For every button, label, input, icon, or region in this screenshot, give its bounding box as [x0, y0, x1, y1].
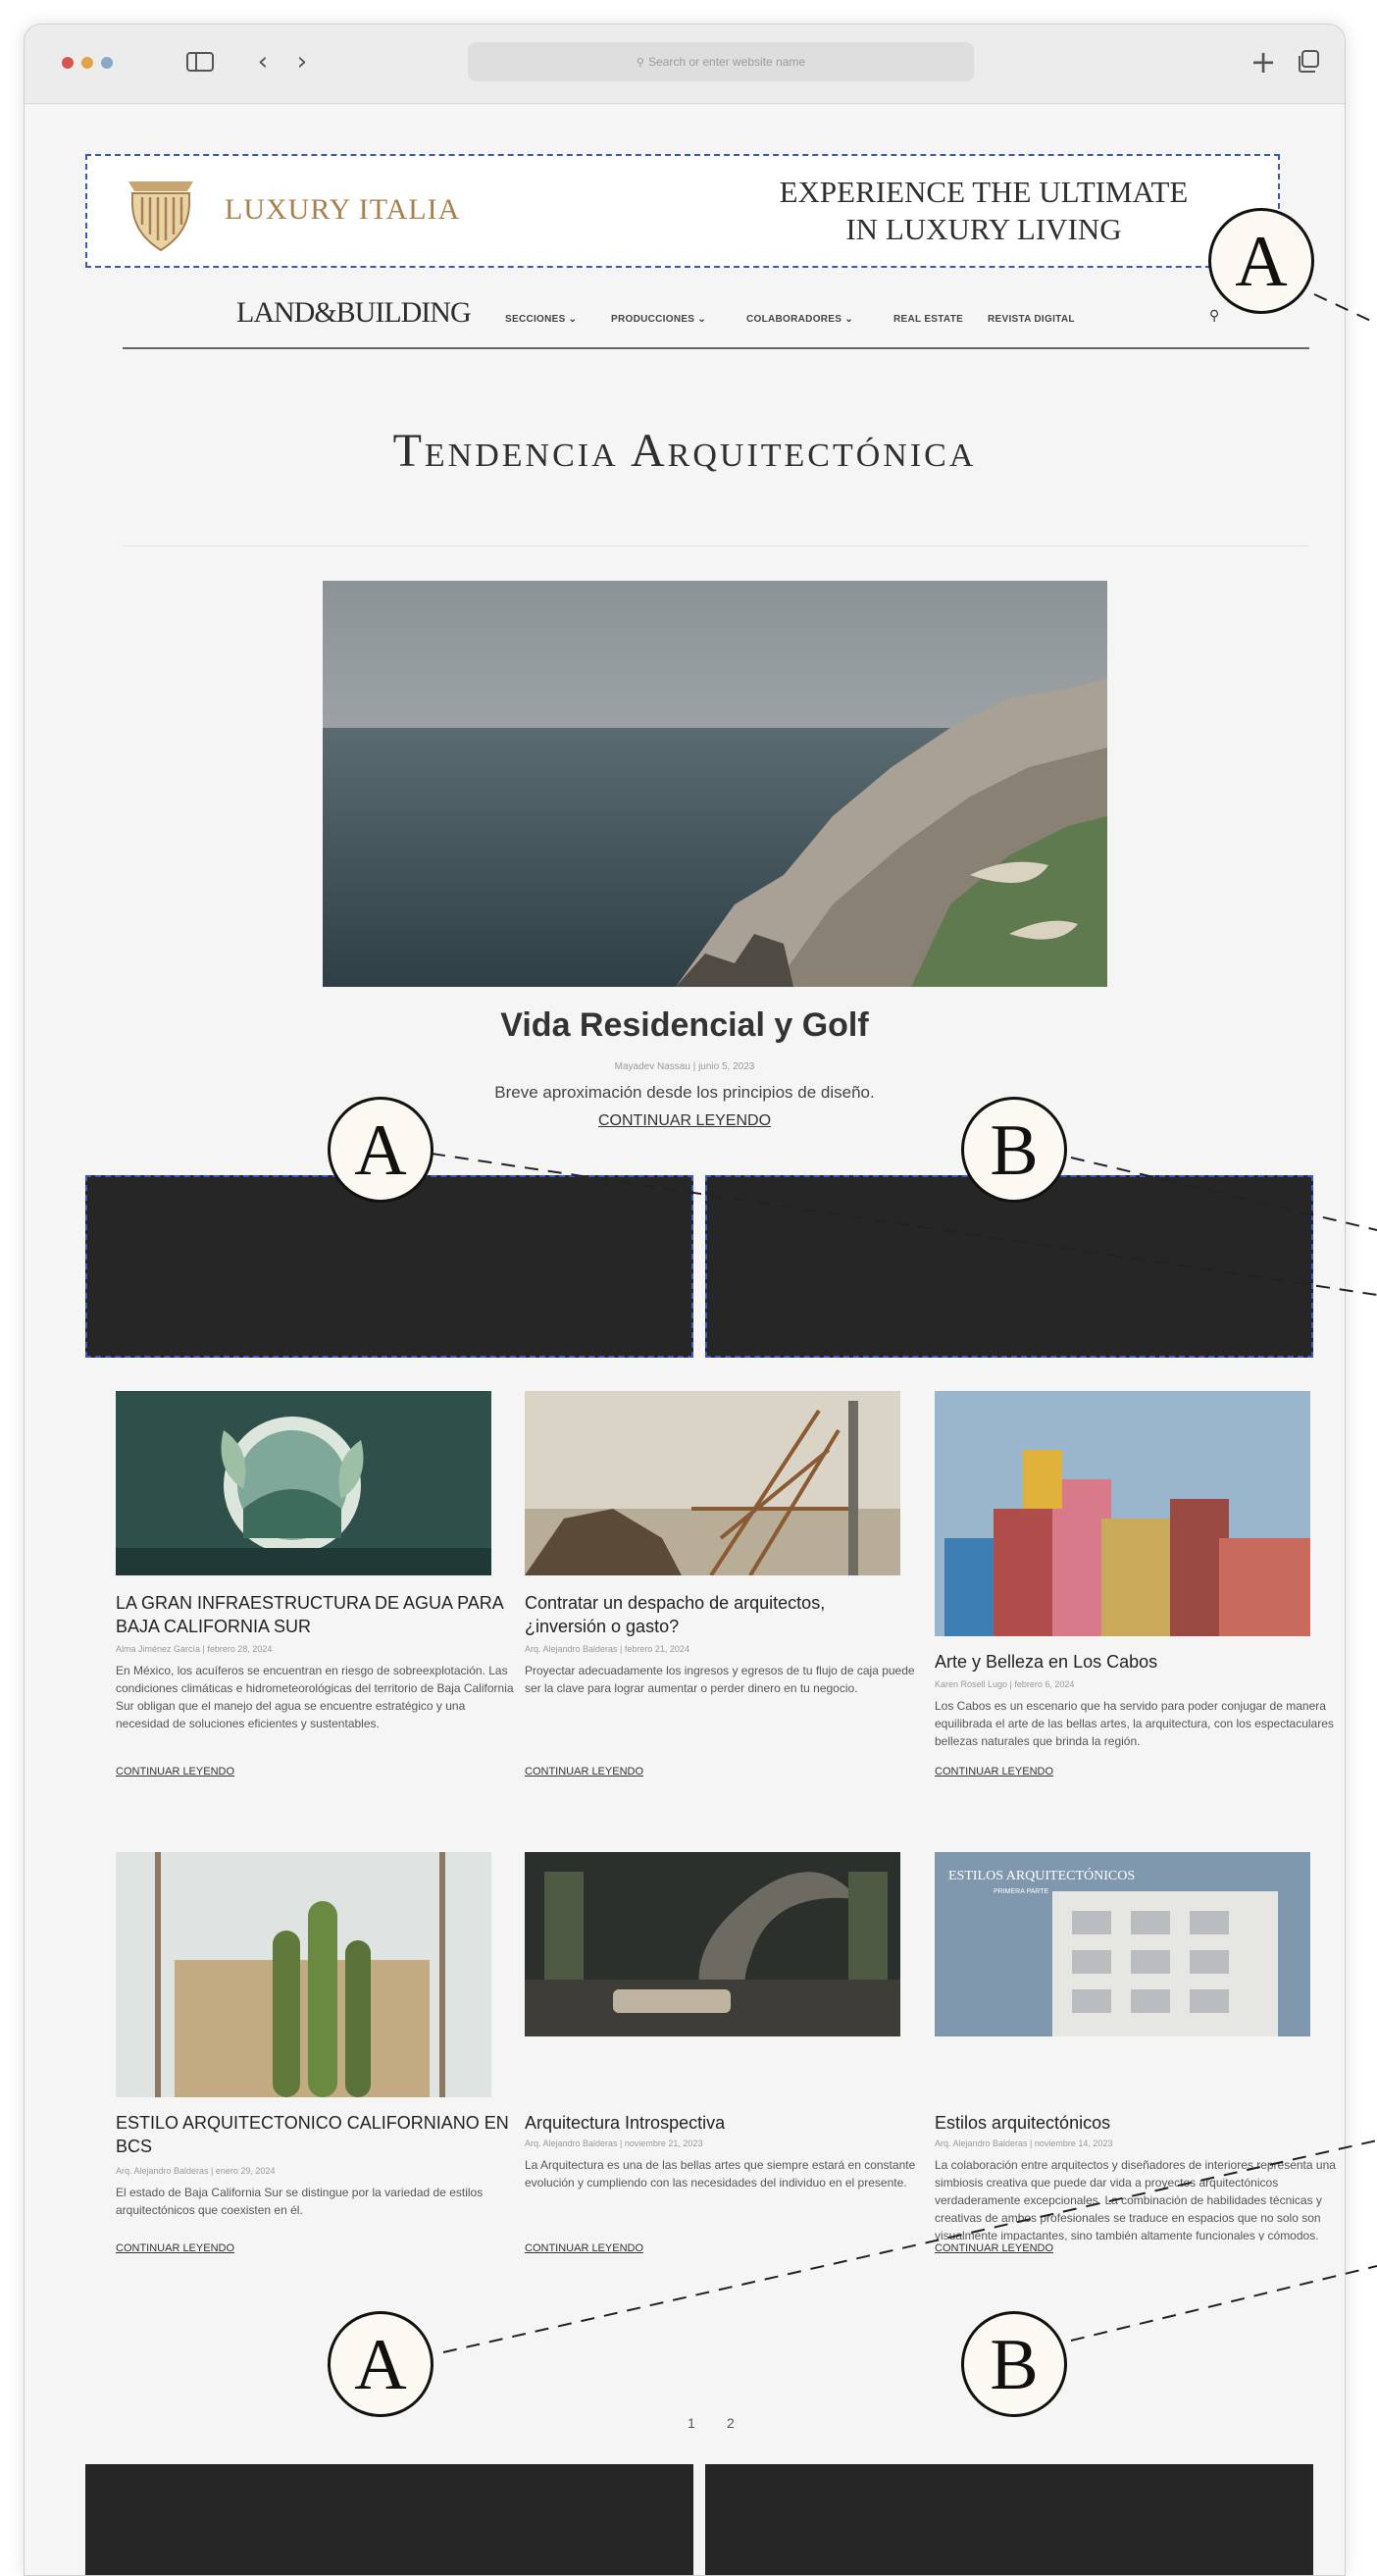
- nav-item-producciones[interactable]: PRODUCCIONES ⌄: [611, 314, 706, 325]
- sidebar-icon[interactable]: [183, 44, 217, 79]
- card-title-despacho[interactable]: Contratar un despacho de arquitectos, ¿i…: [525, 1591, 907, 1638]
- card-excerpt-water: En México, los acuíferos se encuentran e…: [116, 1664, 514, 1730]
- card-excerpt-arte: Los Cabos es un escenario que ha servido…: [935, 1699, 1334, 1748]
- top-banner-ad[interactable]: LUXURY ITALIA EXPERIENCE THE ULTIMATE IN…: [85, 154, 1280, 268]
- url-bar[interactable]: ⚲ Search or enter website name: [468, 42, 974, 81]
- card-excerpt-introspectiva: La Arquitectura es una de las bellas art…: [525, 2158, 916, 2190]
- ad-headline-line-2: IN LUXURY LIVING: [845, 212, 1122, 246]
- card-image-californiano[interactable]: [116, 1852, 491, 2097]
- hero-image[interactable]: [323, 581, 1107, 987]
- card-meta-introspectiva: Arq. Alejandro Balderas | noviembre 21, …: [525, 2138, 703, 2148]
- card-title-californiano[interactable]: ESTILO ARQUITECTONICO CALIFORNIANO EN BC…: [116, 2111, 518, 2158]
- site-logo[interactable]: LAND&BUILDING: [236, 296, 472, 330]
- plus-icon[interactable]: +: [1249, 44, 1278, 79]
- card-image-despacho[interactable]: [525, 1391, 900, 1575]
- card-image-subcaption: PRIMERA PARTE: [994, 1888, 1048, 1895]
- chevron-left-icon[interactable]: ‹: [248, 44, 278, 79]
- ad-slot-bottom-b[interactable]: [705, 2464, 1313, 2575]
- card-title-water[interactable]: LA GRAN INFRAESTRUCTURA DE AGUA PARA BAJ…: [116, 1591, 508, 1638]
- card-image-arte[interactable]: [935, 1391, 1310, 1636]
- card-read-more-californiano[interactable]: CONTINUAR LEYENDO: [116, 2242, 234, 2254]
- shield-logo-icon: [128, 181, 193, 252]
- browser-toolbar: ‹ › ⚲ Search or enter website name +: [25, 25, 1345, 104]
- callout-marker-a-middle: A: [328, 1097, 434, 1203]
- section-divider: [123, 545, 1309, 546]
- hero-title[interactable]: Vida Residencial y Golf: [25, 1006, 1345, 1045]
- hero-meta: Mayadev Nassau | junio 5, 2023: [614, 1061, 755, 1072]
- card-title-estilos[interactable]: Estilos arquitectónicos: [935, 2111, 1317, 2135]
- card-excerpt-californiano: El estado de Baja California Sur se dist…: [116, 2186, 484, 2217]
- chevron-right-icon[interactable]: ›: [287, 44, 317, 79]
- card-meta-water: Alma Jiménez García | febrero 28, 2024: [116, 1644, 273, 1654]
- ad-headline-line-1: EXPERIENCE THE ULTIMATE: [779, 175, 1189, 209]
- card-read-more-despacho[interactable]: CONTINUAR LEYENDO: [525, 1766, 643, 1777]
- url-placeholder: Search or enter website name: [647, 55, 806, 69]
- card-meta-arte: Karen Rosell Lugo | febrero 6, 2024: [935, 1679, 1075, 1689]
- zoom-window-button[interactable]: [101, 57, 113, 69]
- callout-marker-b-bottom: B: [961, 2311, 1067, 2417]
- card-image-estilos[interactable]: ESTILOS ARQUITECTÓNICOS PRIMERA PARTE: [935, 1852, 1310, 2036]
- card-read-more-arte[interactable]: CONTINUAR LEYENDO: [935, 1766, 1053, 1777]
- ad-slot-b[interactable]: [705, 1175, 1313, 1358]
- ad-slot-a[interactable]: [85, 1175, 693, 1358]
- search-icon: ⚲: [636, 56, 644, 69]
- card-image-caption: ESTILOS ARQUITECTÓNICOS: [948, 1867, 1135, 1883]
- card-image-introspectiva[interactable]: [525, 1852, 900, 2036]
- callout-marker-a-top: A: [1208, 208, 1314, 314]
- callout-marker-a-bottom: A: [328, 2311, 434, 2417]
- nav-item-real-estate[interactable]: REAL ESTATE: [893, 314, 963, 325]
- browser-window: ‹ › ⚲ Search or enter website name + LUXU…: [24, 24, 1346, 2576]
- main-navigation: LAND&BUILDING SECCIONES ⌄ PRODUCCIONES ⌄…: [123, 284, 1309, 349]
- search-icon[interactable]: ⚲: [1209, 308, 1219, 324]
- card-title-introspectiva[interactable]: Arquitectura Introspectiva: [525, 2111, 907, 2135]
- card-image-water[interactable]: [116, 1391, 491, 1575]
- hero-read-more-link[interactable]: CONTINUAR LEYENDO: [25, 1112, 1345, 1130]
- card-read-more-water[interactable]: CONTINUAR LEYENDO: [116, 1766, 234, 1777]
- minimize-window-button[interactable]: [81, 57, 93, 69]
- page-content: LUXURY ITALIA EXPERIENCE THE ULTIMATE IN…: [25, 104, 1345, 2575]
- ad-slot-bottom-a[interactable]: [85, 2464, 693, 2575]
- pagination-page-1[interactable]: 1: [688, 2415, 695, 2431]
- card-excerpt-estilos: La colaboración entre arquitectos y dise…: [935, 2158, 1336, 2241]
- card-read-more-estilos[interactable]: CONTINUAR LEYENDO: [935, 2242, 1053, 2254]
- nav-item-revista-digital[interactable]: REVISTA DIGITAL: [988, 314, 1075, 325]
- card-title-arte[interactable]: Arte y Belleza en Los Cabos: [935, 1650, 1317, 1674]
- card-meta-californiano: Arq. Alejandro Balderas | enero 29, 2024: [116, 2166, 276, 2176]
- close-window-button[interactable]: [62, 57, 74, 69]
- brand-name: LUXURY ITALIA: [225, 193, 461, 226]
- card-meta-estilos: Arq. Alejandro Balderas | noviembre 14, …: [935, 2138, 1113, 2148]
- pagination-page-2[interactable]: 2: [727, 2415, 735, 2431]
- card-meta-despacho: Arq. Alejandro Balderas | febrero 21, 20…: [525, 1644, 689, 1654]
- hero-description: Breve aproximación desde los principios …: [494, 1083, 875, 1102]
- card-read-more-introspectiva[interactable]: CONTINUAR LEYENDO: [525, 2242, 643, 2254]
- nav-item-colaboradores[interactable]: COLABORADORES ⌄: [746, 314, 853, 325]
- callout-marker-b-middle: B: [961, 1097, 1067, 1203]
- tabs-icon[interactable]: [1292, 44, 1325, 79]
- card-excerpt-despacho: Proyectar adecuadamente los ingresos y e…: [525, 1664, 915, 1695]
- section-title: Tendencia Arquitectónica: [392, 425, 977, 477]
- nav-item-secciones[interactable]: SECCIONES ⌄: [505, 314, 577, 325]
- ad-headline: EXPERIENCE THE ULTIMATE IN LUXURY LIVING: [729, 174, 1239, 248]
